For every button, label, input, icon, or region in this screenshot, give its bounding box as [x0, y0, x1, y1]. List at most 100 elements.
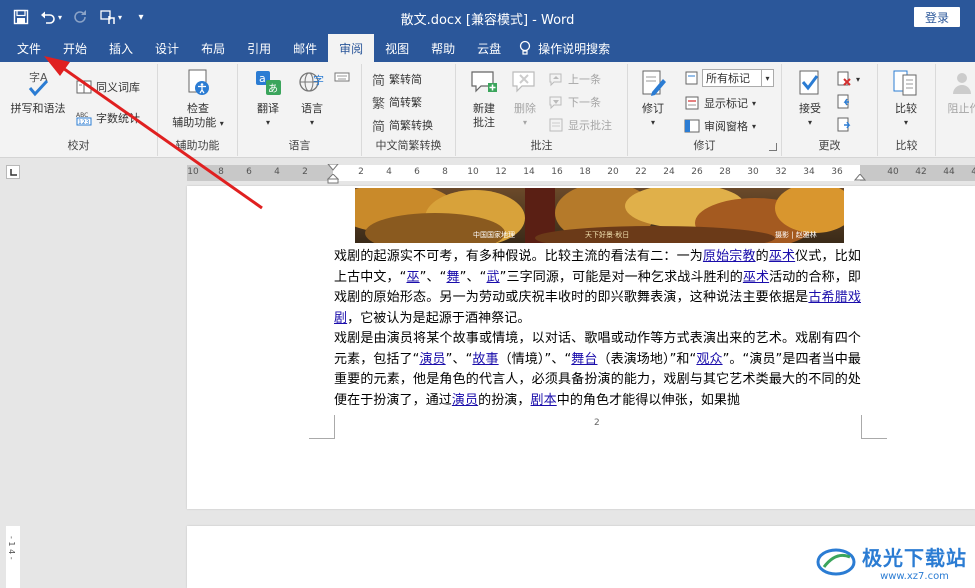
hyperlink[interactable]: 巫	[406, 270, 419, 285]
delete-comment-icon	[512, 71, 535, 93]
reviewing-pane-icon	[684, 119, 700, 133]
vertical-ruler[interactable]: - 1 4 -	[6, 186, 20, 588]
markup-select-value: 所有标记	[706, 72, 750, 85]
show-markup-dropdown-icon: ▾	[752, 98, 757, 108]
text-run: （情境）”、“	[498, 351, 572, 367]
traditional-to-simplified-button[interactable]: 简 繁转简	[372, 70, 423, 89]
document-image[interactable]: 中国国家地理 天下好景·秋日 摄影 | 赵雅林	[355, 188, 844, 243]
tab-help[interactable]: 帮助	[420, 34, 466, 62]
hyperlink[interactable]: 演员	[452, 393, 478, 408]
ruler-number: 30	[747, 167, 759, 177]
group-accessibility: 检查 辅助功能 ▾ 辅助功能	[158, 64, 238, 156]
simplified-to-traditional-button[interactable]: 繁 简转繁	[372, 93, 423, 112]
reviewing-pane-button[interactable]: 审阅窗格 ▾	[684, 117, 756, 135]
ruler-number: 28	[719, 167, 731, 177]
accept-label: 接受	[799, 102, 821, 115]
group-comments: 新建 批注 删除 ▾ 上一条 下一条 显示批注 批注	[456, 64, 628, 156]
right-indent-marker-icon[interactable]	[854, 174, 866, 182]
ruler-number: 20	[607, 167, 619, 177]
tab-file[interactable]: 文件	[6, 34, 52, 62]
hyperlink[interactable]: 故事	[472, 352, 498, 367]
word-count-button[interactable]: ABC 123 字数统计	[76, 109, 140, 127]
track-changes-label: 修订	[642, 102, 664, 115]
hyperlink[interactable]: 舞台	[571, 352, 597, 367]
new-comment-button[interactable]: 新建 批注	[464, 68, 504, 130]
ruler-number: 18	[579, 167, 591, 177]
tell-me-search[interactable]: 操作说明搜索	[512, 34, 610, 62]
horizontal-ruler[interactable]: 10 8 6 4 2 2 4 6 8 10 12 14 16 18 20 22 24 26 28 30 32 34 36 40…	[187, 164, 975, 184]
paragraph-2: 戏剧是由演员将某个故事或情境，以对话、歌唱或动作等方式表演出来的艺术。戏剧有四个…	[334, 329, 861, 411]
translate-button[interactable]: aあ 翻译 ▾	[248, 68, 288, 130]
next-comment-label: 下一条	[568, 96, 601, 109]
document-title: 散文.docx [兼容模式] - Word	[400, 13, 575, 28]
translate-label: 翻译	[257, 102, 279, 115]
ruler-number: 44	[943, 167, 955, 177]
login-button[interactable]: 登录	[914, 7, 960, 27]
next-comment-button[interactable]: 下一条	[548, 93, 601, 111]
tab-review[interactable]: 审阅	[328, 34, 375, 62]
ruler-number: 24	[663, 167, 675, 177]
delete-comment-dropdown-icon: ▾	[522, 118, 527, 127]
next-change-button[interactable]	[836, 116, 852, 134]
document-body-text[interactable]: 戏剧的起源实不可考，有多种假说。比较主流的看法有二：一为原始宗教的巫术仪式，比如…	[334, 247, 861, 411]
hyperlink[interactable]: 原始宗教	[703, 249, 756, 264]
tab-design[interactable]: 设计	[144, 34, 190, 62]
check-accessibility-button[interactable]: 检查 辅助功能 ▾	[166, 68, 230, 131]
first-line-indent-marker-icon[interactable]	[327, 164, 339, 172]
text-run: 的扮演，	[478, 392, 531, 408]
image-caption-mid: 天下好景·秋日	[585, 230, 629, 239]
ruler-number: 10	[187, 167, 199, 177]
hyperlink[interactable]: 巫术	[743, 270, 769, 285]
markup-display-icon	[685, 71, 698, 85]
ruler-number: 2	[302, 167, 308, 177]
group-label-changes: 更改	[818, 139, 841, 152]
language-extra-button[interactable]	[334, 68, 350, 86]
simplified-to-traditional-label: 简转繁	[389, 96, 423, 109]
tab-view[interactable]: 视图	[374, 34, 420, 62]
thesaurus-button[interactable]: 同义词库	[76, 78, 140, 96]
chinese-conversion-button[interactable]: 简 简繁转换	[372, 116, 433, 135]
show-markup-button[interactable]: 显示标记 ▾	[684, 94, 756, 112]
hyperlink[interactable]: 巫术	[769, 249, 795, 264]
tab-home[interactable]: 开始	[52, 34, 98, 62]
paragraph-1: 戏剧的起源实不可考，有多种假说。比较主流的看法有二：一为原始宗教的巫术仪式，比如…	[334, 247, 861, 329]
spelling-grammar-button[interactable]: 字A 拼写和语法	[8, 68, 68, 116]
hanging-indent-marker-icon[interactable]	[327, 174, 339, 184]
tab-selector[interactable]	[6, 165, 20, 179]
tab-layout[interactable]: 布局	[190, 34, 236, 62]
new-comment-line1: 新建	[473, 102, 495, 115]
track-changes-button[interactable]: 修订 ▾	[634, 68, 672, 130]
tab-cloud[interactable]: 云盘	[466, 34, 512, 62]
ruler-number: 22	[635, 167, 647, 177]
delete-comment-button[interactable]: 删除 ▾	[506, 68, 544, 130]
compare-button[interactable]: 比较 ▾	[886, 68, 926, 130]
brand-logo-icon	[816, 548, 856, 576]
hyperlink[interactable]: 武	[486, 270, 499, 285]
translate-icon: aあ	[256, 71, 281, 95]
title-bar: ▾ ▾ ▾ 散文.docx [兼容模式] - Word 登录	[0, 0, 975, 34]
tracking-dialog-launcher-icon[interactable]	[769, 143, 777, 151]
hyperlink[interactable]: 演员	[419, 352, 445, 367]
markup-select[interactable]: 所有标记 ▾	[702, 69, 774, 87]
hyperlink[interactable]: 观众	[696, 352, 722, 367]
tab-references[interactable]: 引用	[236, 34, 282, 62]
traditional-to-simplified-label: 繁转简	[389, 73, 423, 86]
previous-change-button[interactable]	[836, 93, 852, 111]
reject-button[interactable]: ▾	[836, 70, 860, 88]
accessibility-icon	[188, 69, 209, 95]
spelling-check-icon: 字A	[28, 70, 49, 97]
text-run: ”、“	[459, 269, 487, 285]
hyperlink[interactable]: 舞	[446, 270, 459, 285]
show-markup-label: 显示标记	[704, 97, 748, 110]
hyperlink[interactable]: 剧本	[531, 393, 557, 408]
footer-margin-mark-left	[309, 415, 335, 439]
block-authors-button[interactable]: 阻止作	[944, 68, 975, 116]
previous-comment-button[interactable]: 上一条	[548, 70, 601, 88]
language-button[interactable]: 字 语言 ▾	[292, 68, 332, 130]
accept-button[interactable]: 接受 ▾	[790, 68, 830, 130]
show-comments-button[interactable]: 显示批注	[548, 116, 612, 134]
tab-insert[interactable]: 插入	[98, 34, 144, 62]
markup-select-arrow-icon[interactable]: ▾	[761, 70, 773, 86]
tab-mailings[interactable]: 邮件	[282, 34, 328, 62]
group-language: aあ 翻译 ▾ 字 语言 ▾ 语言	[238, 64, 362, 156]
